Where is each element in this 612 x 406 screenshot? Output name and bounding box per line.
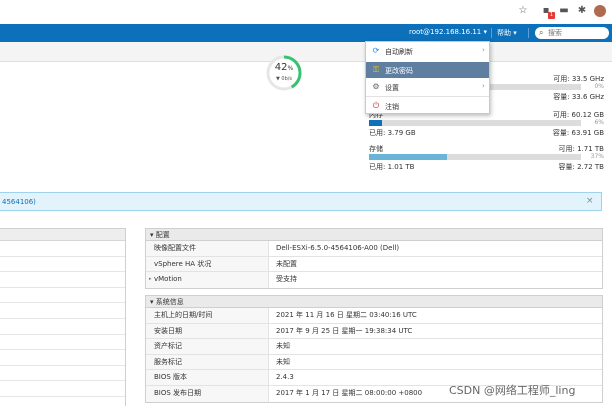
row-value: 2021 年 11 月 16 日 星期二 03:40:16 UTC bbox=[276, 311, 417, 319]
list-item bbox=[0, 350, 125, 366]
menu-item-label: 设置 bbox=[385, 84, 399, 92]
storage-used: 已用: 1.01 TB bbox=[369, 163, 415, 171]
search-input[interactable] bbox=[548, 28, 606, 38]
storage-percent: 37% bbox=[590, 153, 604, 160]
row-value: Dell-ESXi-6.5.0-4564106-A00 (Dell) bbox=[276, 244, 400, 252]
menu-item-settings[interactable]: ⚙ 设置 › bbox=[366, 79, 489, 95]
extension-badge: 1 bbox=[548, 12, 555, 19]
memory-capacity: 容量: 63.91 GB bbox=[552, 129, 604, 137]
row-value: 受支持 bbox=[276, 275, 297, 284]
header-divider bbox=[528, 28, 529, 38]
logout-icon: ⏻ bbox=[372, 101, 380, 110]
list-item bbox=[0, 319, 125, 335]
row-key: vSphere HA 状况 bbox=[146, 256, 269, 272]
table-row: 映像配置文件 Dell-ESXi-6.5.0-4564106-A00 (Dell… bbox=[146, 241, 602, 257]
search-icon: ⌕ bbox=[539, 28, 544, 37]
list-item bbox=[0, 303, 125, 319]
table-row: 服务标记 未知 bbox=[146, 354, 602, 371]
watermark: CSDN @网络工程师_ling bbox=[449, 384, 576, 397]
left-panel bbox=[0, 228, 126, 406]
refresh-icon: ⟳ bbox=[372, 46, 380, 55]
row-key: 主机上的日期/时间 bbox=[146, 308, 269, 323]
row-key: BIOS 版本 bbox=[146, 370, 269, 385]
table-row[interactable]: vMotion ▸ 受支持 bbox=[146, 272, 602, 288]
menu-item-auto-refresh[interactable]: ⟳ 自动刷新 › bbox=[366, 43, 489, 59]
list-item bbox=[0, 241, 125, 257]
memory-resource: 内存 可用: 60.12 GB 6% 已用: 3.79 GB 容量: 63.91 G… bbox=[369, 110, 604, 137]
chevron-right-icon: › bbox=[482, 82, 485, 90]
row-value: 未配置 bbox=[276, 259, 297, 268]
row-key: vMotion bbox=[146, 272, 269, 288]
list-item bbox=[0, 366, 125, 382]
row-key: 服务标记 bbox=[146, 354, 269, 370]
gauge-percent: 42% bbox=[274, 62, 294, 73]
browser-toolbar: ☆ ▪ 1 ▬ ✱ bbox=[0, 0, 612, 24]
app-header: root@192.168.16.11 ▾ 帮助 ▾ ⌕ bbox=[0, 24, 612, 42]
table-row: vSphere HA 状况 未配置 bbox=[146, 256, 602, 273]
row-key: 映像配置文件 bbox=[146, 241, 269, 256]
menu-item-label: 自动刷新 bbox=[385, 48, 413, 56]
menu-item-label: 更改密码 bbox=[385, 67, 413, 75]
table-row: 资产标记 未知 bbox=[146, 339, 602, 355]
row-value: 2.4.3 bbox=[276, 373, 294, 382]
list-item bbox=[0, 335, 125, 351]
memory-bar-fill bbox=[369, 120, 382, 126]
gauge-ring bbox=[266, 55, 302, 91]
row-key: BIOS 发布日期 bbox=[146, 385, 269, 402]
table-row: 安装日期 2017 年 9 月 25 日 星期一 19:38:34 UTC bbox=[146, 323, 602, 340]
cpu-capacity: 容量: 33.6 GHz bbox=[553, 93, 604, 101]
gear-icon: ⚙ bbox=[372, 82, 380, 91]
header-divider bbox=[491, 28, 492, 38]
list-item bbox=[0, 381, 125, 397]
alert-text: 4564106) bbox=[2, 198, 36, 206]
help-menu[interactable]: 帮助 ▾ bbox=[497, 28, 517, 38]
cpu-percent: 0% bbox=[594, 83, 604, 90]
list-item bbox=[0, 257, 125, 273]
storage-bar-fill bbox=[369, 154, 448, 160]
puzzle-icon[interactable]: ✱ bbox=[576, 5, 588, 17]
config-panel-header[interactable]: ▾ 配置 bbox=[146, 229, 602, 241]
usage-gauge: 42% ▼ 0b/s bbox=[265, 54, 303, 92]
toolbar-strip bbox=[0, 42, 612, 62]
gauge-rate: ▼ 0b/s bbox=[275, 76, 293, 82]
row-value: 2017 年 1 月 17 日 星期二 08:00:00 +0800 bbox=[276, 388, 423, 397]
row-value: 2017 年 9 月 25 日 星期一 19:38:34 UTC bbox=[276, 326, 413, 335]
list-item bbox=[0, 272, 125, 288]
memory-used: 已用: 3.79 GB bbox=[369, 129, 416, 137]
memory-bar bbox=[369, 120, 581, 126]
row-value: 未知 bbox=[276, 357, 290, 366]
profile-avatar[interactable] bbox=[594, 5, 606, 17]
sysinfo-panel-header[interactable]: ▾ 系统信息 bbox=[146, 296, 602, 308]
key-icon: ⚿ bbox=[372, 65, 380, 74]
list-item bbox=[0, 288, 125, 304]
menu-item-logout[interactable]: ⏻ 注销 bbox=[366, 98, 489, 114]
table-row: 主机上的日期/时间 2021 年 11 月 16 日 星期二 03:40:16 … bbox=[146, 308, 602, 324]
user-dropdown-menu: ⟳ 自动刷新 › ⚿ 更改密码 ⚙ 设置 › ⏻ 注销 bbox=[365, 41, 490, 114]
menu-item-change-password[interactable]: ⚿ 更改密码 bbox=[366, 62, 489, 78]
search-box[interactable]: ⌕ bbox=[535, 27, 609, 39]
media-icon[interactable]: ▬ bbox=[558, 5, 570, 17]
info-alert: 4564106) × bbox=[0, 192, 602, 211]
storage-capacity: 容量: 2.72 TB bbox=[558, 163, 604, 171]
config-panel: ▾ 配置 映像配置文件 Dell-ESXi-6.5.0-4564106-A00 … bbox=[145, 228, 603, 289]
row-value: 未知 bbox=[276, 342, 290, 351]
row-key: 资产标记 bbox=[146, 339, 269, 354]
close-icon[interactable]: × bbox=[586, 196, 594, 206]
star-icon[interactable]: ☆ bbox=[517, 5, 529, 17]
menu-item-label: 注销 bbox=[385, 103, 399, 111]
storage-resource: 存储 可用: 1.71 TB 37% 已用: 1.01 TB 容量: 2.72 TB bbox=[369, 144, 604, 171]
user-menu[interactable]: root@192.168.16.11 ▾ bbox=[409, 28, 487, 36]
screen: { "browser": { "icons": ["star-icon", "e… bbox=[0, 0, 612, 406]
memory-percent: 6% bbox=[594, 119, 604, 126]
chevron-right-icon: › bbox=[482, 46, 485, 54]
left-panel-header bbox=[0, 229, 125, 241]
expand-arrow-icon[interactable]: ▸ bbox=[149, 272, 152, 287]
row-key: 安装日期 bbox=[146, 323, 269, 339]
menu-divider bbox=[366, 96, 489, 97]
storage-bar bbox=[369, 154, 581, 160]
